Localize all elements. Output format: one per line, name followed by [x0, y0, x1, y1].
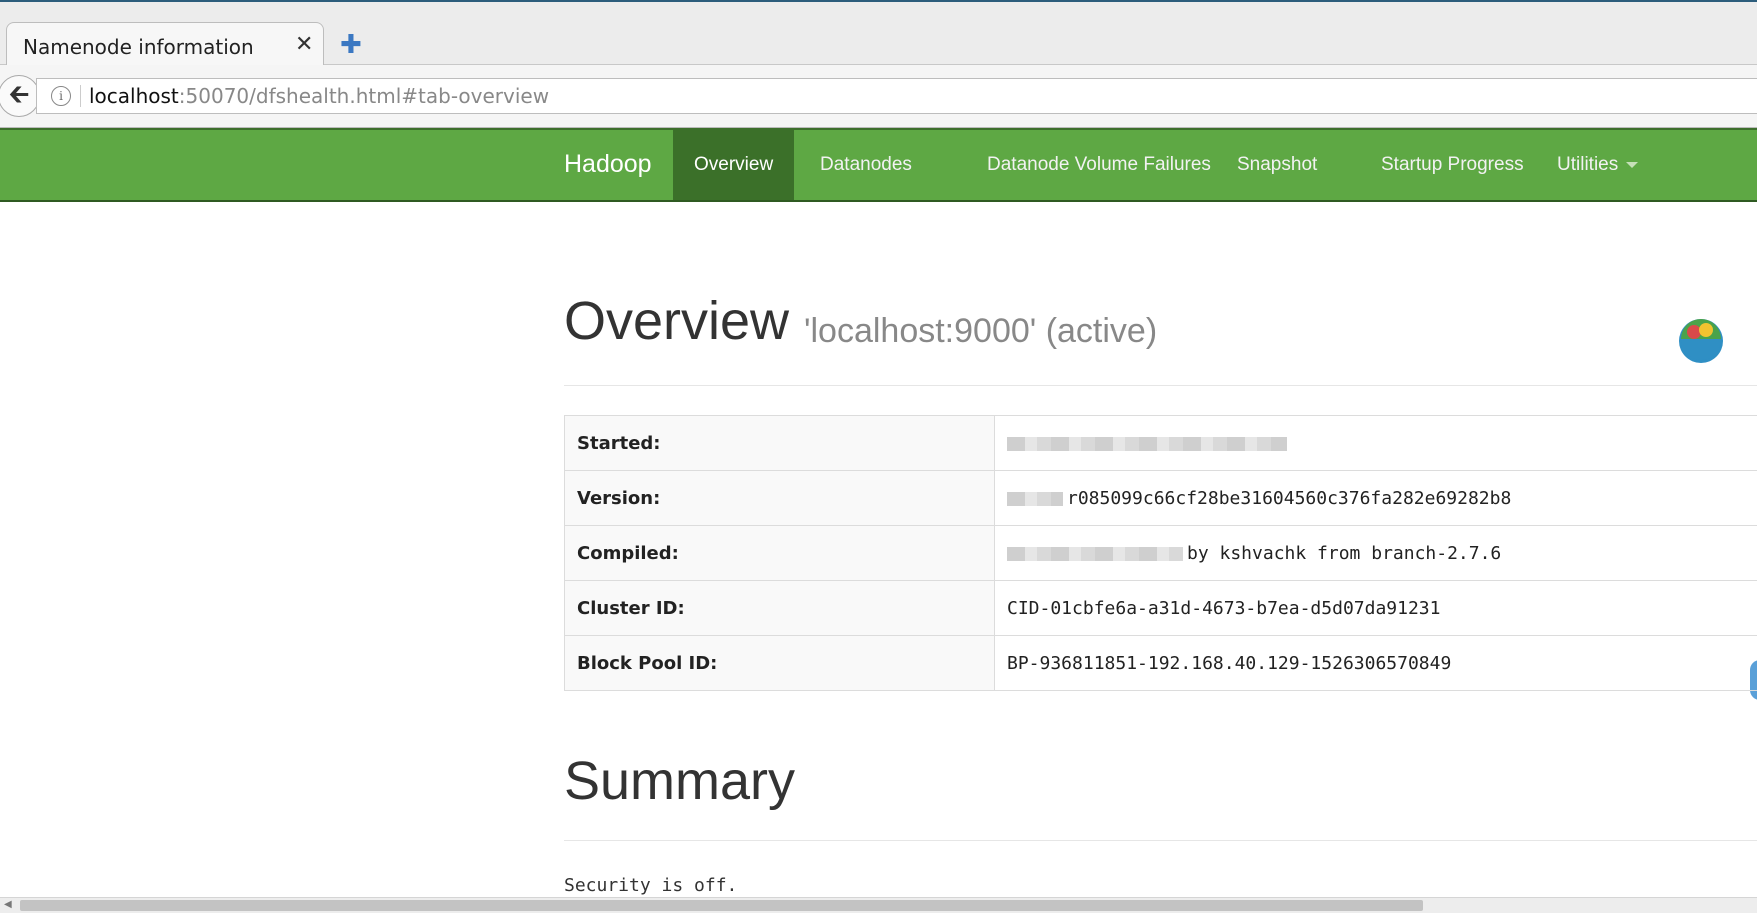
table-row: Compiled: by kshvachk from branch-2.7.6	[565, 526, 1757, 581]
nav-datanode-volume-failures[interactable]: Datanode Volume Failures	[966, 130, 1232, 200]
row-value: r085099c66cf28be31604560c376fa282e69282b…	[995, 471, 1757, 526]
brand-logo[interactable]: Hadoop	[564, 150, 652, 179]
scroll-left-icon[interactable]: ◀	[4, 899, 12, 910]
row-key: Block Pool ID:	[565, 636, 995, 691]
row-key: Started:	[565, 416, 995, 471]
table-row: Cluster ID: CID-01cbfe6a-a31d-4673-b7ea-…	[565, 581, 1757, 636]
browser-tab[interactable]: Namenode information ✕	[6, 22, 324, 66]
nav-overview[interactable]: Overview	[673, 130, 794, 200]
url-separator	[80, 85, 81, 107]
table-row: Version: r085099c66cf28be31604560c376fa2…	[565, 471, 1757, 526]
table-row: Block Pool ID: BP-936811851-192.168.40.1…	[565, 636, 1757, 691]
nav-datanodes[interactable]: Datanodes	[799, 130, 933, 200]
nav-utilities[interactable]: Utilities	[1536, 130, 1659, 200]
row-value: BP-936811851-192.168.40.129-152630657084…	[995, 636, 1757, 691]
url-field[interactable]: i localhost:50070/dfshealth.html#tab-ove…	[36, 78, 1757, 114]
row-value	[995, 416, 1757, 471]
info-icon[interactable]: i	[51, 86, 71, 106]
browser-url-bar: 🡰 i localhost:50070/dfshealth.html#tab-o…	[0, 65, 1757, 128]
new-tab-icon[interactable]: ✚	[340, 30, 362, 60]
top-navbar: Hadoop Overview Datanodes Datanode Volum…	[0, 128, 1757, 202]
row-key: Cluster ID:	[565, 581, 995, 636]
row-key: Compiled:	[565, 526, 995, 581]
section-title: Summary	[564, 750, 795, 812]
url-text[interactable]: localhost:50070/dfshealth.html#tab-overv…	[89, 84, 549, 108]
close-icon[interactable]: ✕	[295, 32, 313, 57]
redacted-value	[1007, 547, 1183, 561]
redacted-value	[1007, 492, 1063, 506]
summary-header: Summary	[564, 750, 1757, 841]
tab-title: Namenode information	[23, 35, 254, 59]
row-value: by kshvachk from branch-2.7.6	[995, 526, 1757, 581]
scrollbar-thumb[interactable]	[20, 900, 1423, 911]
table-row: Started:	[565, 416, 1757, 471]
chevron-down-icon	[1626, 162, 1638, 168]
page-title: Overview	[564, 290, 789, 352]
overview-info-table: Started: Version: r085099c66cf28be316045…	[564, 415, 1757, 691]
overview-header: Overview 'localhost:9000' (active)	[564, 290, 1757, 386]
browser-tab-bar: Namenode information ✕ ✚	[0, 2, 1757, 65]
back-arrow-icon[interactable]: 🡰	[0, 75, 40, 117]
redacted-value	[1007, 437, 1287, 451]
row-value: CID-01cbfe6a-a31d-4673-b7ea-d5d07da91231	[995, 581, 1757, 636]
row-key: Version:	[565, 471, 995, 526]
horizontal-scrollbar[interactable]: ◀	[0, 897, 1757, 913]
nav-startup-progress[interactable]: Startup Progress	[1360, 130, 1545, 200]
nav-snapshot[interactable]: Snapshot	[1216, 130, 1338, 200]
security-status: Security is off.	[564, 875, 737, 896]
extension-logo-icon[interactable]	[1678, 318, 1724, 364]
page-subtitle: 'localhost:9000' (active)	[804, 312, 1157, 351]
